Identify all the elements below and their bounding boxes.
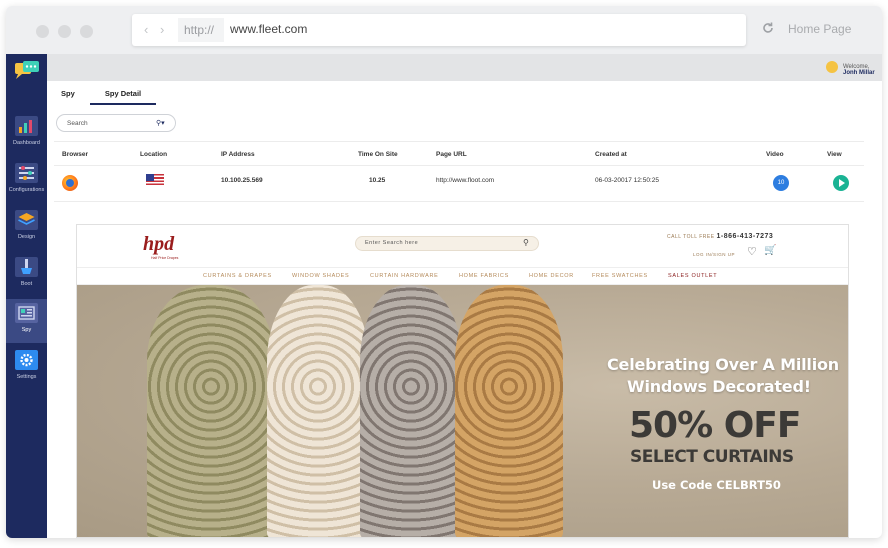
firefox-icon (62, 175, 78, 191)
avatar[interactable] (826, 61, 838, 73)
wishlist-heart-icon[interactable]: ♡ (747, 245, 757, 258)
column-header: Page URL (436, 151, 467, 158)
page-url[interactable]: http://www.floot.com (436, 177, 494, 184)
sidebar-item-label: Spy (21, 327, 32, 333)
search-icon[interactable]: ⚲▾ (156, 119, 165, 127)
window-close-button[interactable] (36, 25, 49, 38)
hero-banner[interactable]: Celebrating Over A Million Windows Decor… (77, 285, 848, 537)
site-nav-menu: CURTAINS & DRAPES WINDOW SHADES CURTAIN … (77, 267, 848, 285)
sidebar-item-label: Dashboard (13, 140, 40, 146)
top-bar: Welcome, Jonh Millar (47, 54, 882, 81)
design-icon (15, 210, 38, 230)
dashboard-icon (15, 116, 38, 136)
menu-item[interactable]: CURTAINS & DRAPES (203, 273, 272, 279)
site-logo-subtitle: Half Price Drapes (151, 256, 179, 260)
us-flag-icon (146, 174, 164, 186)
boot-icon (15, 257, 38, 277)
sidebar-item-settings[interactable]: Settings (6, 346, 47, 390)
time-on-site: 10.25 (369, 177, 386, 184)
sidebar-item-dashboard[interactable]: Dashboard (6, 112, 47, 156)
curtain-image (267, 285, 369, 537)
hero-select-curtains: SELECT CURTAINS (630, 447, 794, 467)
sidebar: Dashboard Configurations Design Boot Spy (6, 54, 47, 538)
table-row[interactable]: 10.100.25.569 10.25 http://www.floot.com… (54, 166, 864, 202)
hero-offer: 50% OFF (629, 405, 801, 446)
menu-item[interactable]: CURTAIN HARDWARE (370, 273, 439, 279)
call-toll-free: CALL TOLL FREE 1-866-413-7273 (667, 233, 773, 240)
browser-chrome: ‹ › http:// www.fleet.com Home Page (6, 6, 882, 54)
configurations-icon (15, 163, 38, 183)
search-icon[interactable]: ⚲ (523, 238, 529, 247)
url-text[interactable]: www.fleet.com (230, 22, 307, 36)
menu-item[interactable]: HOME FABRICS (459, 273, 509, 279)
chat-logo-icon[interactable] (14, 60, 40, 82)
video-count-badge[interactable]: 10 (773, 175, 789, 191)
cart-icon[interactable]: 🛒 (764, 245, 776, 256)
column-header: IP Address (221, 151, 255, 158)
column-header: View (827, 151, 842, 158)
column-header: Video (766, 151, 784, 158)
back-forward-icon[interactable]: ‹ › (144, 22, 168, 37)
column-header: Browser (62, 151, 89, 158)
sidebar-item-label: Boot (20, 281, 33, 287)
login-signup-link[interactable]: LOG IN/SIGN UP (693, 252, 735, 257)
site-search-input[interactable]: Enter Search here ⚲ (355, 236, 539, 251)
menu-item[interactable]: WINDOW SHADES (292, 273, 349, 279)
address-bar[interactable]: ‹ › http:// www.fleet.com (132, 14, 746, 46)
tab-spy[interactable]: Spy (61, 89, 75, 105)
sidebar-item-label: Design (17, 234, 36, 240)
sidebar-item-configurations[interactable]: Configurations (6, 159, 47, 203)
ip-address: 10.100.25.569 (221, 177, 263, 184)
hero-headline-line1: Celebrating Over A Million (607, 355, 839, 374)
user-name[interactable]: Jonh Millar (843, 70, 875, 76)
column-header: Created at (595, 151, 627, 158)
sidebar-item-label: Configurations (8, 187, 45, 193)
home-page-link[interactable]: Home Page (788, 22, 851, 36)
menu-item-sales-outlet[interactable]: SALES OUTLET (668, 273, 717, 279)
search-input[interactable]: Search ⚲▾ (56, 114, 176, 132)
column-header: Time On Site (358, 151, 398, 158)
spy-icon (15, 303, 38, 323)
sidebar-item-boot[interactable]: Boot (6, 253, 47, 297)
created-at: 06-03-20017 12:50:25 (595, 177, 659, 184)
settings-icon (15, 350, 38, 370)
curtain-image (360, 285, 462, 537)
website-preview: hpd Half Price Drapes Enter Search here … (76, 224, 849, 538)
window-maximize-button[interactable] (80, 25, 93, 38)
sidebar-item-label: Settings (16, 374, 37, 380)
welcome-text: Welcome, Jonh Millar (843, 64, 882, 76)
site-logo[interactable]: hpd (143, 233, 174, 256)
hero-promo-code: Use Code CELBRT50 (652, 478, 781, 492)
search-placeholder: Search (67, 120, 88, 127)
sidebar-item-spy[interactable]: Spy (6, 299, 47, 343)
hero-headline-line2: Windows Decorated! (627, 377, 811, 396)
table-header: Browser Location IP Address Time On Site… (54, 141, 864, 166)
play-icon[interactable] (833, 175, 849, 191)
curtain-image (147, 285, 275, 537)
tab-spy-detail[interactable]: Spy Detail (90, 89, 156, 105)
phone-number[interactable]: 1-866-413-7273 (716, 233, 773, 240)
site-search-placeholder: Enter Search here (365, 240, 419, 246)
url-protocol: http:// (178, 18, 224, 42)
menu-item[interactable]: HOME DECOR (529, 273, 574, 279)
sidebar-item-design[interactable]: Design (6, 206, 47, 250)
app-window: ‹ › http:// www.fleet.com Home Page Dash… (6, 6, 882, 538)
window-minimize-button[interactable] (58, 25, 71, 38)
menu-item[interactable]: FREE SWATCHES (592, 273, 648, 279)
reload-icon[interactable] (761, 21, 775, 35)
column-header: Location (140, 151, 168, 158)
curtain-image (455, 285, 563, 537)
call-label: CALL TOLL FREE (667, 234, 715, 240)
